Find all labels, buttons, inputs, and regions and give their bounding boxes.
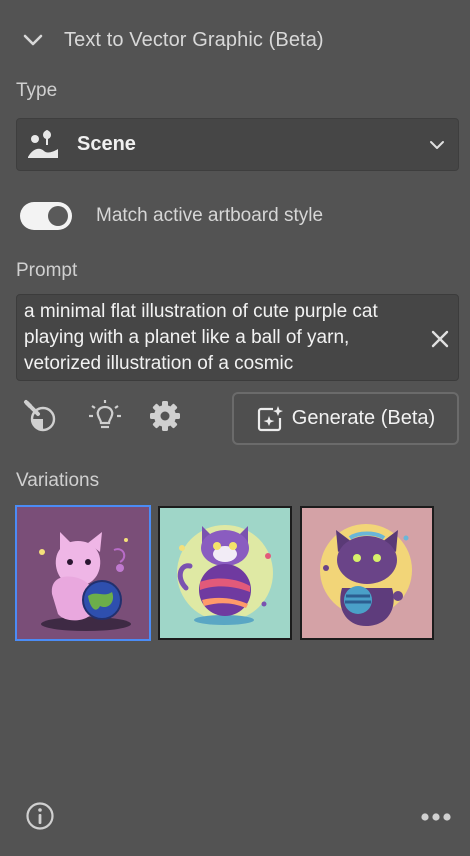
cat-planet-image [302,508,432,638]
more-options-icon[interactable] [420,812,452,822]
gear-icon[interactable] [147,398,183,434]
prompt-text[interactable]: a minimal flat illustration of cute purp… [24,299,414,377]
panel-title: Text to Vector Graphic (Beta) [64,28,324,51]
generate-button-label: Generate (Beta) [291,407,436,429]
prompt-label: Prompt [16,260,78,281]
variations-label: Variations [16,470,100,491]
panel-header[interactable]: Text to Vector Graphic (Beta) [22,24,324,56]
cat-planet-image [16,506,150,640]
variation-thumbnail-2[interactable] [158,506,292,640]
lightbulb-icon[interactable] [87,398,123,434]
eyedropper-icon[interactable] [22,398,58,434]
prompt-input[interactable]: a minimal flat illustration of cute purp… [16,294,459,381]
toggle-knob [48,206,68,226]
match-artboard-toggle[interactable] [20,202,72,230]
generate-button[interactable]: Generate (Beta) [232,392,459,445]
cat-planet-image [160,508,290,638]
info-icon[interactable] [25,801,55,831]
text-to-vector-panel: Text to Vector Graphic (Beta) Type Scene… [0,0,470,856]
match-artboard-row: Match active artboard style [20,201,323,231]
match-artboard-label: Match active artboard style [96,205,324,226]
variation-thumbnail-3[interactable] [300,506,434,640]
type-selected-value: Scene [77,133,136,155]
type-dropdown[interactable]: Scene [16,118,459,171]
close-icon[interactable] [430,329,450,349]
chevron-down-icon[interactable] [22,29,44,51]
generate-sparkle-icon [257,405,283,431]
scene-icon [28,129,58,158]
chevron-down-icon[interactable] [428,136,446,154]
variation-thumbnail-1[interactable] [15,505,151,641]
type-label: Type [16,80,58,101]
